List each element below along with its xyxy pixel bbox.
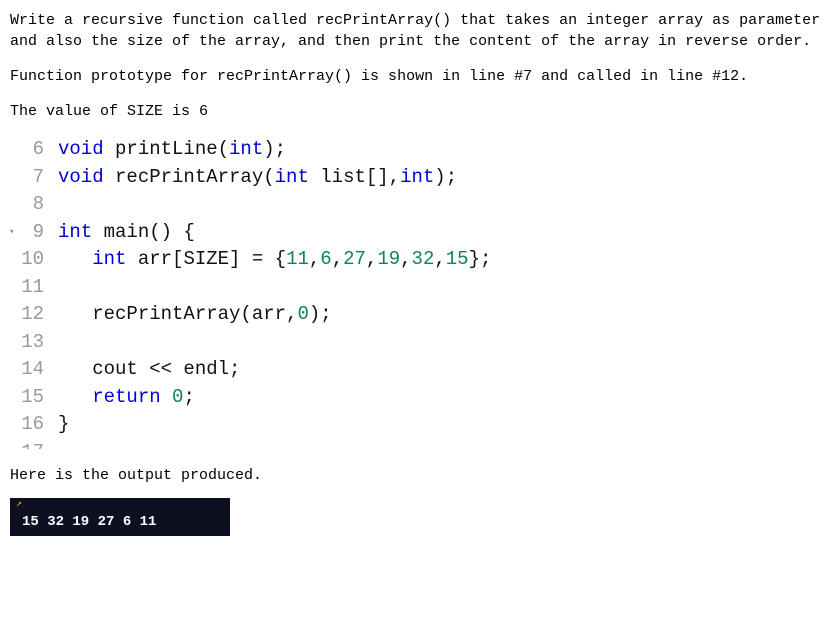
- code-content: void printLine(int);void recPrintArray(i…: [52, 136, 491, 449]
- output-label: Here is the output produced.: [10, 467, 830, 484]
- code-line: }: [58, 411, 491, 439]
- fold-icon: ▾: [9, 226, 14, 239]
- terminal-titlebar: ↗: [10, 498, 230, 510]
- problem-paragraph-1: Write a recursive function called recPri…: [10, 10, 830, 52]
- line-number: 12: [10, 301, 44, 329]
- line-number: 9▾: [10, 219, 44, 247]
- prompt-icon: ↗: [16, 498, 24, 505]
- code-line: void recPrintArray(int list[],int);: [58, 164, 491, 192]
- line-number: 11: [10, 274, 44, 302]
- line-number: 7: [10, 164, 44, 192]
- line-number: 6: [10, 136, 44, 164]
- code-line: int main() {: [58, 219, 491, 247]
- terminal-window: ↗ 15 32 19 27 6 11: [10, 498, 230, 536]
- code-line: return 0;: [58, 384, 491, 412]
- code-line: recPrintArray(arr,0);: [58, 301, 491, 329]
- line-number: 15: [10, 384, 44, 412]
- line-number: 8: [10, 191, 44, 219]
- line-number: 13: [10, 329, 44, 357]
- code-line: [58, 274, 491, 302]
- line-number: 17: [10, 439, 44, 449]
- code-line: [58, 191, 491, 219]
- code-editor: 6789▾1011121314151617 void printLine(int…: [10, 136, 830, 449]
- code-line: [58, 439, 491, 449]
- line-number: 16: [10, 411, 44, 439]
- problem-paragraph-2: Function prototype for recPrintArray() i…: [10, 66, 830, 87]
- code-line: [58, 329, 491, 357]
- code-line: int arr[SIZE] = {11,6,27,19,32,15};: [58, 246, 491, 274]
- problem-paragraph-3: The value of SIZE is 6: [10, 101, 830, 122]
- line-number: 14: [10, 356, 44, 384]
- terminal-output: 15 32 19 27 6 11: [10, 510, 230, 536]
- code-line: void printLine(int);: [58, 136, 491, 164]
- line-gutter: 6789▾1011121314151617: [10, 136, 52, 449]
- code-line: cout << endl;: [58, 356, 491, 384]
- line-number: 10: [10, 246, 44, 274]
